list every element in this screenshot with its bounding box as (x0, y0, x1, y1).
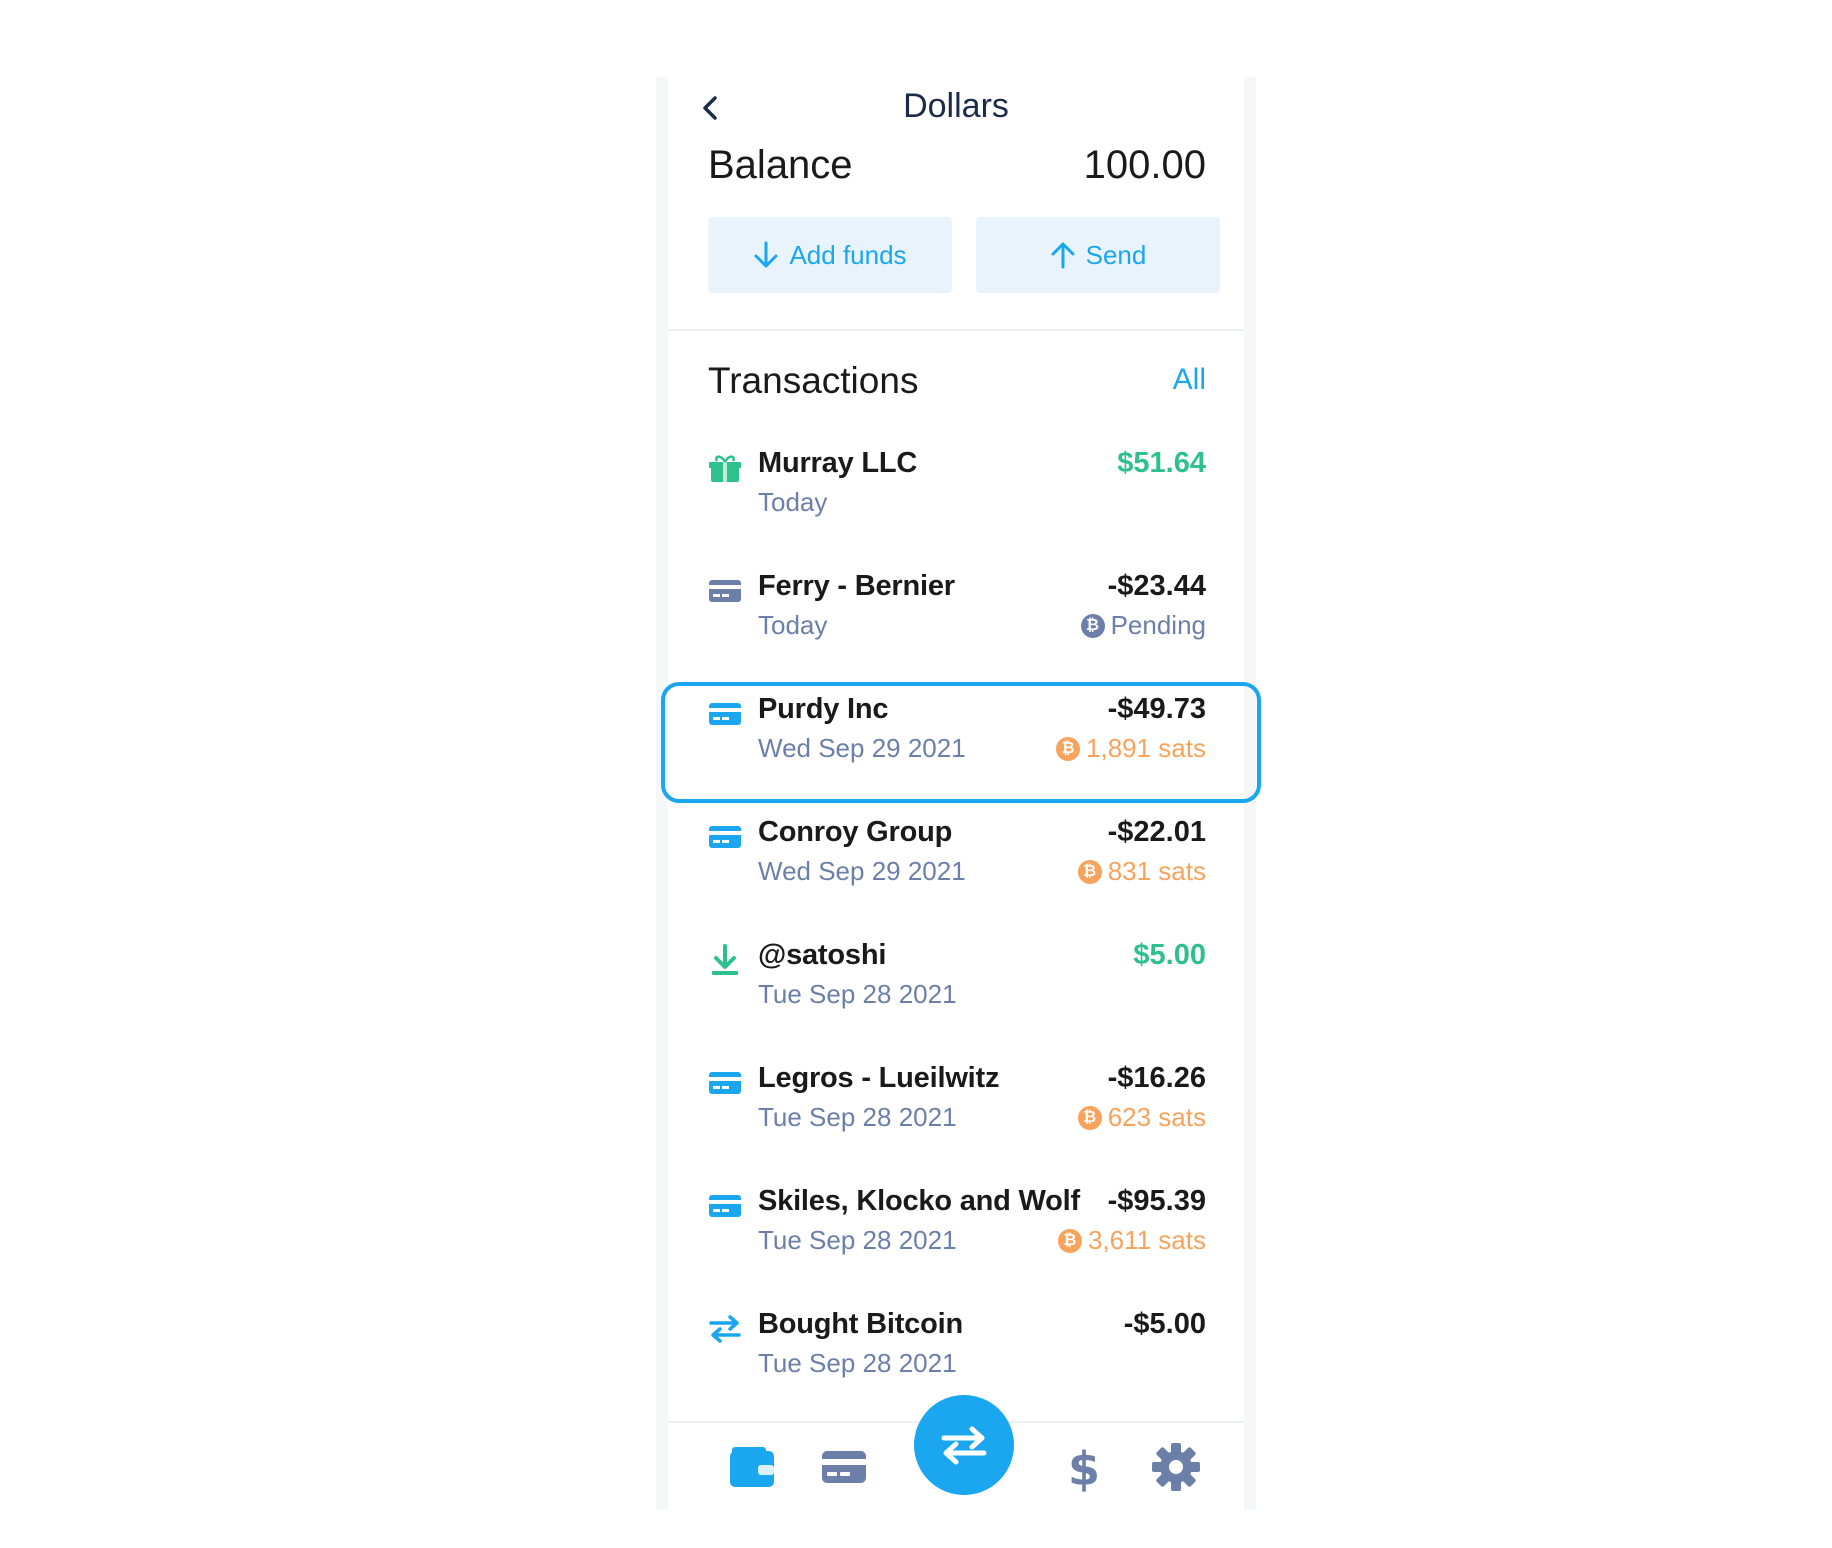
send-button[interactable]: Send (976, 217, 1220, 293)
transaction-name: Legros - Lueilwitz (758, 1062, 1000, 1094)
card-icon (708, 1189, 742, 1223)
transaction-sub-label: 623 sats (1107, 1102, 1206, 1132)
card-icon (708, 1066, 742, 1100)
bitcoin-icon: ₿ (1057, 1228, 1082, 1253)
transaction-date: Tue Sep 28 2021 (758, 1348, 957, 1378)
transaction-row[interactable]: Legros - Lueilwitz Tue Sep 28 2021 -$16.26… (708, 1062, 1206, 1172)
wallet-icon[interactable] (726, 1441, 778, 1493)
arrow-down-icon (754, 241, 778, 268)
card-icon (708, 697, 742, 731)
card-icon (708, 820, 742, 854)
card-icon[interactable] (818, 1441, 870, 1493)
transaction-name: Skiles, Klocko and Wolf (758, 1185, 1080, 1217)
transaction-amount: -$23.44 (1107, 570, 1206, 602)
gift-icon (708, 451, 742, 485)
transaction-amount: -$95.39 (1107, 1185, 1206, 1217)
transaction-amount: $5.00 (1133, 939, 1206, 971)
transaction-date: Tue Sep 28 2021 (758, 1102, 957, 1132)
add-funds-label: Add funds (789, 239, 907, 270)
pending-status: ₿ Pending (1080, 610, 1206, 641)
balance-label: Balance (708, 143, 853, 187)
sats-amount: ₿ 831 sats (1077, 856, 1206, 887)
transaction-sub-label: 831 sats (1107, 856, 1206, 886)
transaction-date: Tue Sep 28 2021 (758, 979, 957, 1009)
page-title: Dollars (903, 87, 1009, 125)
bitcoin-icon: ₿ (1080, 613, 1105, 638)
swap-button[interactable] (914, 1395, 1014, 1495)
transaction-date: Today (758, 487, 828, 517)
transaction-date: Today (758, 610, 828, 640)
download-icon (708, 943, 742, 977)
bitcoin-icon: ₿ (1056, 736, 1081, 761)
arrow-up-icon (1051, 242, 1075, 269)
transaction-row[interactable]: @satoshi Tue Sep 28 2021 $5.00 (708, 939, 1206, 1049)
swap-icon (708, 1312, 742, 1346)
sats-amount: ₿ 1,891 sats (1056, 733, 1206, 764)
svg-text:$: $ (1068, 1442, 1100, 1493)
transaction-name: Conroy Group (758, 816, 953, 848)
all-transactions-link[interactable]: All (1173, 363, 1206, 397)
sats-amount: ₿ 3,611 sats (1057, 1225, 1206, 1256)
transaction-name: Ferry - Bernier (758, 570, 955, 602)
phone-screen: Dollars Balance 100.00 Add funds Send Tr… (656, 77, 1256, 1510)
transactions-title: Transactions (708, 360, 919, 401)
transaction-amount: -$22.01 (1107, 816, 1206, 848)
send-label: Send (1085, 239, 1147, 270)
header: Dollars (668, 77, 1244, 137)
transaction-name: Purdy Inc (758, 693, 889, 725)
transaction-name: Bought Bitcoin (758, 1308, 963, 1340)
bitcoin-icon: ₿ (1077, 859, 1102, 884)
transaction-sub-label: 1,891 sats (1086, 733, 1206, 763)
balance-value: 100.00 (1083, 143, 1206, 187)
sats-amount: ₿ 623 sats (1077, 1102, 1206, 1133)
transaction-name: @satoshi (758, 939, 887, 971)
bitcoin-icon: ₿ (1077, 1105, 1102, 1130)
section-divider (668, 329, 1244, 331)
swap-icon (941, 1426, 987, 1465)
transaction-sub-label: 3,611 sats (1087, 1225, 1206, 1255)
card-muted-icon (708, 574, 742, 608)
gear-icon[interactable] (1150, 1441, 1202, 1493)
transaction-row[interactable]: Ferry - Bernier Today -$23.44 ₿ Pending (708, 570, 1206, 680)
transaction-name: Murray LLC (758, 447, 918, 479)
transaction-row[interactable]: Murray LLC Today $51.64 (708, 447, 1206, 557)
add-funds-button[interactable]: Add funds (708, 217, 952, 293)
transaction-amount: -$5.00 (1123, 1308, 1206, 1340)
transaction-date: Wed Sep 29 2021 (758, 856, 966, 886)
transaction-sub-label: Pending (1110, 610, 1206, 640)
transaction-amount: -$16.26 (1107, 1062, 1206, 1094)
transaction-amount: -$49.73 (1107, 693, 1206, 725)
transaction-date: Tue Sep 28 2021 (758, 1225, 957, 1255)
transaction-amount: $51.64 (1117, 447, 1206, 479)
transaction-date: Wed Sep 29 2021 (758, 733, 966, 763)
transaction-row[interactable]: Skiles, Klocko and Wolf Tue Sep 28 2021 -$… (708, 1185, 1206, 1295)
transaction-row[interactable]: Purdy Inc Wed Sep 29 2021 -$49.73 ₿ 1,891 sa… (708, 693, 1206, 803)
transaction-row[interactable]: Conroy Group Wed Sep 29 2021 -$22.01 ₿ 831 s… (708, 816, 1206, 926)
dollar-icon[interactable]: $ (1058, 1441, 1110, 1493)
